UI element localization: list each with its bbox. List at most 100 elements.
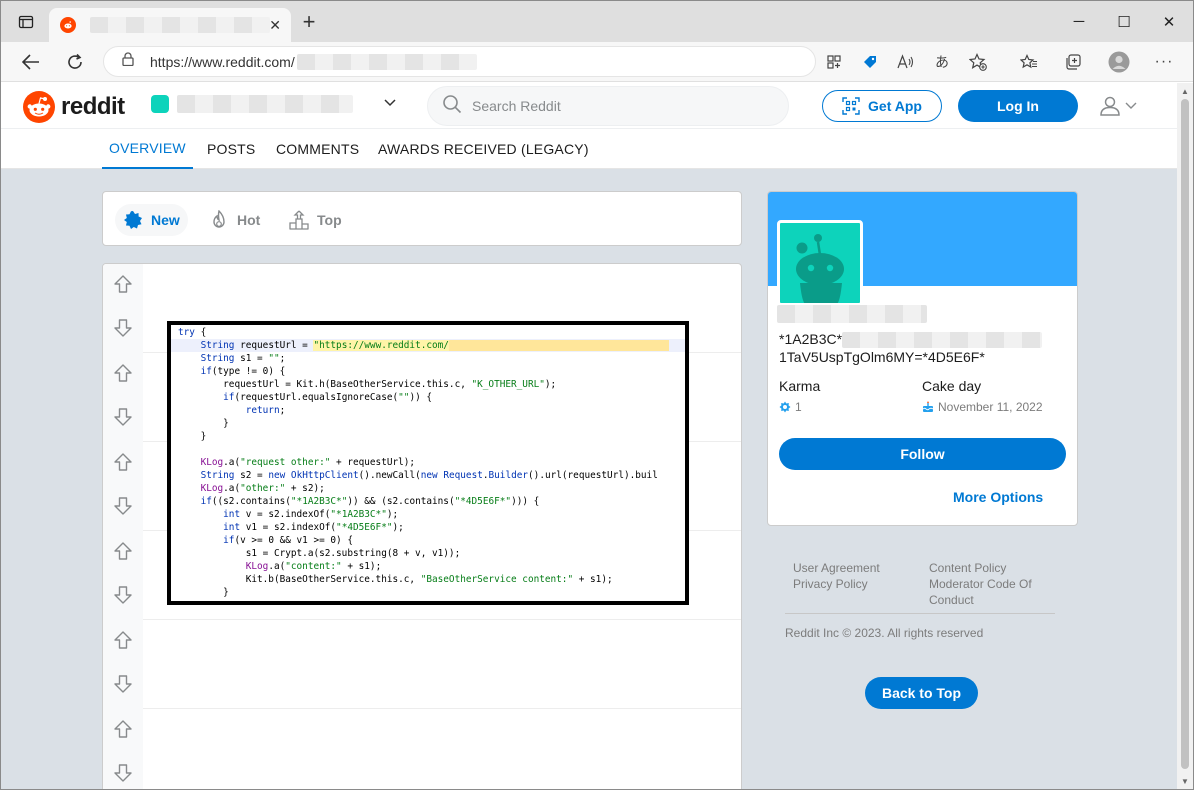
- follow-button[interactable]: Follow: [779, 438, 1066, 470]
- page-scrollbar[interactable]: ▲ ▼: [1177, 83, 1193, 789]
- settings-more-icon[interactable]: ···: [1147, 42, 1181, 82]
- close-window-button[interactable]: ✕: [1145, 1, 1193, 42]
- upvote-arrow-icon[interactable]: [113, 452, 133, 472]
- profile-card: *1A2B3C* 1TaV5UspTgOlm6MY=*4D5E6F* Karma…: [767, 191, 1078, 526]
- back-to-top-button[interactable]: Back to Top: [865, 677, 978, 709]
- reddit-header: reddit Search Reddit Get App Log In: [1, 83, 1177, 129]
- browser-tab[interactable]: ✕: [49, 8, 291, 42]
- downvote-arrow-icon[interactable]: [113, 585, 133, 605]
- downvote-arrow-icon[interactable]: [113, 674, 133, 694]
- code-screenshot-overlay: try { String requestUrl = "https://www.r…: [167, 321, 689, 605]
- scroll-up-arrow-icon[interactable]: ▲: [1181, 87, 1189, 96]
- vote-column: [103, 353, 143, 442]
- shopping-tag-icon[interactable]: [853, 42, 887, 82]
- address-url-redacted: [296, 53, 477, 70]
- footer-privacy-policy[interactable]: Privacy Policy: [793, 576, 868, 592]
- vote-column: [103, 531, 143, 620]
- profile-description: *1A2B3C* 1TaV5UspTgOlm6MY=*4D5E6F*: [779, 330, 1069, 366]
- login-button[interactable]: Log In: [958, 90, 1078, 122]
- downvote-arrow-icon[interactable]: [113, 318, 133, 338]
- vote-column: [103, 620, 143, 709]
- address-bar[interactable]: https://www.reddit.com/: [103, 46, 816, 77]
- vote-column: [103, 264, 143, 353]
- footer-copyright: Reddit Inc © 2023. All rights reserved: [785, 626, 984, 640]
- translate-icon[interactable]: あ: [925, 42, 959, 82]
- description-line2: 1TaV5UspTgOlm6MY=*4D5E6F*: [779, 349, 985, 366]
- reddit-favicon-icon: [60, 17, 76, 33]
- new-tab-button[interactable]: +: [297, 9, 321, 35]
- downvote-arrow-icon[interactable]: [113, 763, 133, 783]
- username-redacted: [177, 95, 353, 113]
- downvote-arrow-icon[interactable]: [113, 407, 133, 427]
- scrollbar-thumb[interactable]: [1181, 99, 1189, 769]
- post-row[interactable]: [103, 620, 741, 709]
- back-icon[interactable]: [13, 42, 49, 82]
- karma-value: 1: [795, 400, 802, 414]
- new-burst-icon: [123, 210, 143, 230]
- upvote-arrow-icon[interactable]: [113, 363, 133, 383]
- tab-awards-received[interactable]: AWARDS RECEIVED (LEGACY): [378, 129, 589, 169]
- post-row[interactable]: [103, 709, 741, 789]
- footer-moderator-code-cont[interactable]: Conduct: [929, 592, 974, 608]
- footer-moderator-code[interactable]: Moderator Code Of: [929, 576, 1032, 592]
- profile-username-redacted: [777, 305, 927, 323]
- upvote-arrow-icon[interactable]: [113, 274, 133, 294]
- address-url: https://www.reddit.com/: [150, 53, 295, 70]
- browser-toolbar: https://www.reddit.com/ あ ···: [1, 42, 1193, 82]
- minimize-button[interactable]: ─: [1055, 1, 1103, 42]
- upvote-arrow-icon[interactable]: [113, 719, 133, 739]
- qr-code-icon: [842, 97, 860, 115]
- downvote-arrow-icon[interactable]: [113, 496, 133, 516]
- collections-icon[interactable]: [1056, 42, 1090, 82]
- sort-bar: New Hot Top: [102, 191, 742, 246]
- title-bar: ✕ + ─ ☐ ✕: [1, 1, 1193, 42]
- sort-new-button[interactable]: New: [115, 204, 188, 236]
- profile-avatar: [777, 220, 863, 306]
- refresh-icon[interactable]: [57, 42, 93, 82]
- search-box[interactable]: Search Reddit: [427, 86, 789, 126]
- tab-overview[interactable]: OVERVIEW: [102, 129, 193, 169]
- read-aloud-icon[interactable]: [889, 42, 923, 82]
- vote-column: [103, 709, 143, 789]
- community-switcher[interactable]: [151, 95, 353, 113]
- footer-content-policy[interactable]: Content Policy: [929, 560, 1006, 576]
- footer-user-agreement[interactable]: User Agreement: [793, 560, 880, 576]
- sort-hot-button[interactable]: Hot: [201, 204, 268, 236]
- karma-label: Karma: [779, 378, 821, 394]
- profile-avatar-icon[interactable]: [1102, 42, 1136, 82]
- more-options-link[interactable]: More Options: [953, 489, 1043, 505]
- code-block: try { String requestUrl = "https://www.r…: [171, 325, 685, 599]
- user-avatar-small: [151, 95, 169, 113]
- cakeday-value-row: November 11, 2022: [922, 400, 1043, 414]
- profile-tabs: OVERVIEW POSTS COMMENTS AWARDS RECEIVED …: [1, 129, 1177, 169]
- reddit-wordmark: reddit: [61, 93, 125, 120]
- upvote-arrow-icon[interactable]: [113, 630, 133, 650]
- get-app-button[interactable]: Get App: [822, 90, 942, 122]
- lock-icon: [122, 52, 136, 71]
- search-icon: [442, 94, 464, 119]
- snoo-avatar-icon: [796, 234, 844, 303]
- karma-value-row: 1: [779, 400, 802, 414]
- tab-comments[interactable]: COMMENTS: [276, 129, 359, 169]
- upvote-arrow-icon[interactable]: [113, 541, 133, 561]
- maximize-button[interactable]: ☐: [1100, 1, 1148, 42]
- reddit-page: reddit Search Reddit Get App Log In OVER…: [1, 83, 1177, 789]
- scroll-down-arrow-icon[interactable]: ▼: [1181, 777, 1189, 786]
- tab-posts[interactable]: POSTS: [207, 129, 255, 169]
- flame-icon: [209, 210, 229, 230]
- user-menu-button[interactable]: [1099, 95, 1137, 117]
- tab-title-redacted: [90, 17, 270, 33]
- snoo-logo-icon: [23, 91, 55, 123]
- app-available-icon[interactable]: [817, 42, 851, 82]
- chevron-down-icon[interactable]: [383, 95, 397, 111]
- cakeday-label: Cake day: [922, 378, 982, 394]
- add-favorite-icon[interactable]: [961, 42, 995, 82]
- get-app-label: Get App: [868, 98, 922, 114]
- browser-window: ✕ + ─ ☐ ✕ https://www.reddit.com/ あ ··· …: [0, 0, 1194, 790]
- favorites-icon[interactable]: [1012, 42, 1046, 82]
- reddit-logo[interactable]: reddit: [23, 91, 125, 123]
- sort-top-button[interactable]: Top: [281, 204, 350, 236]
- karma-icon: [779, 401, 791, 413]
- tab-actions-icon[interactable]: [11, 1, 41, 42]
- tab-close-icon[interactable]: ✕: [269, 17, 281, 34]
